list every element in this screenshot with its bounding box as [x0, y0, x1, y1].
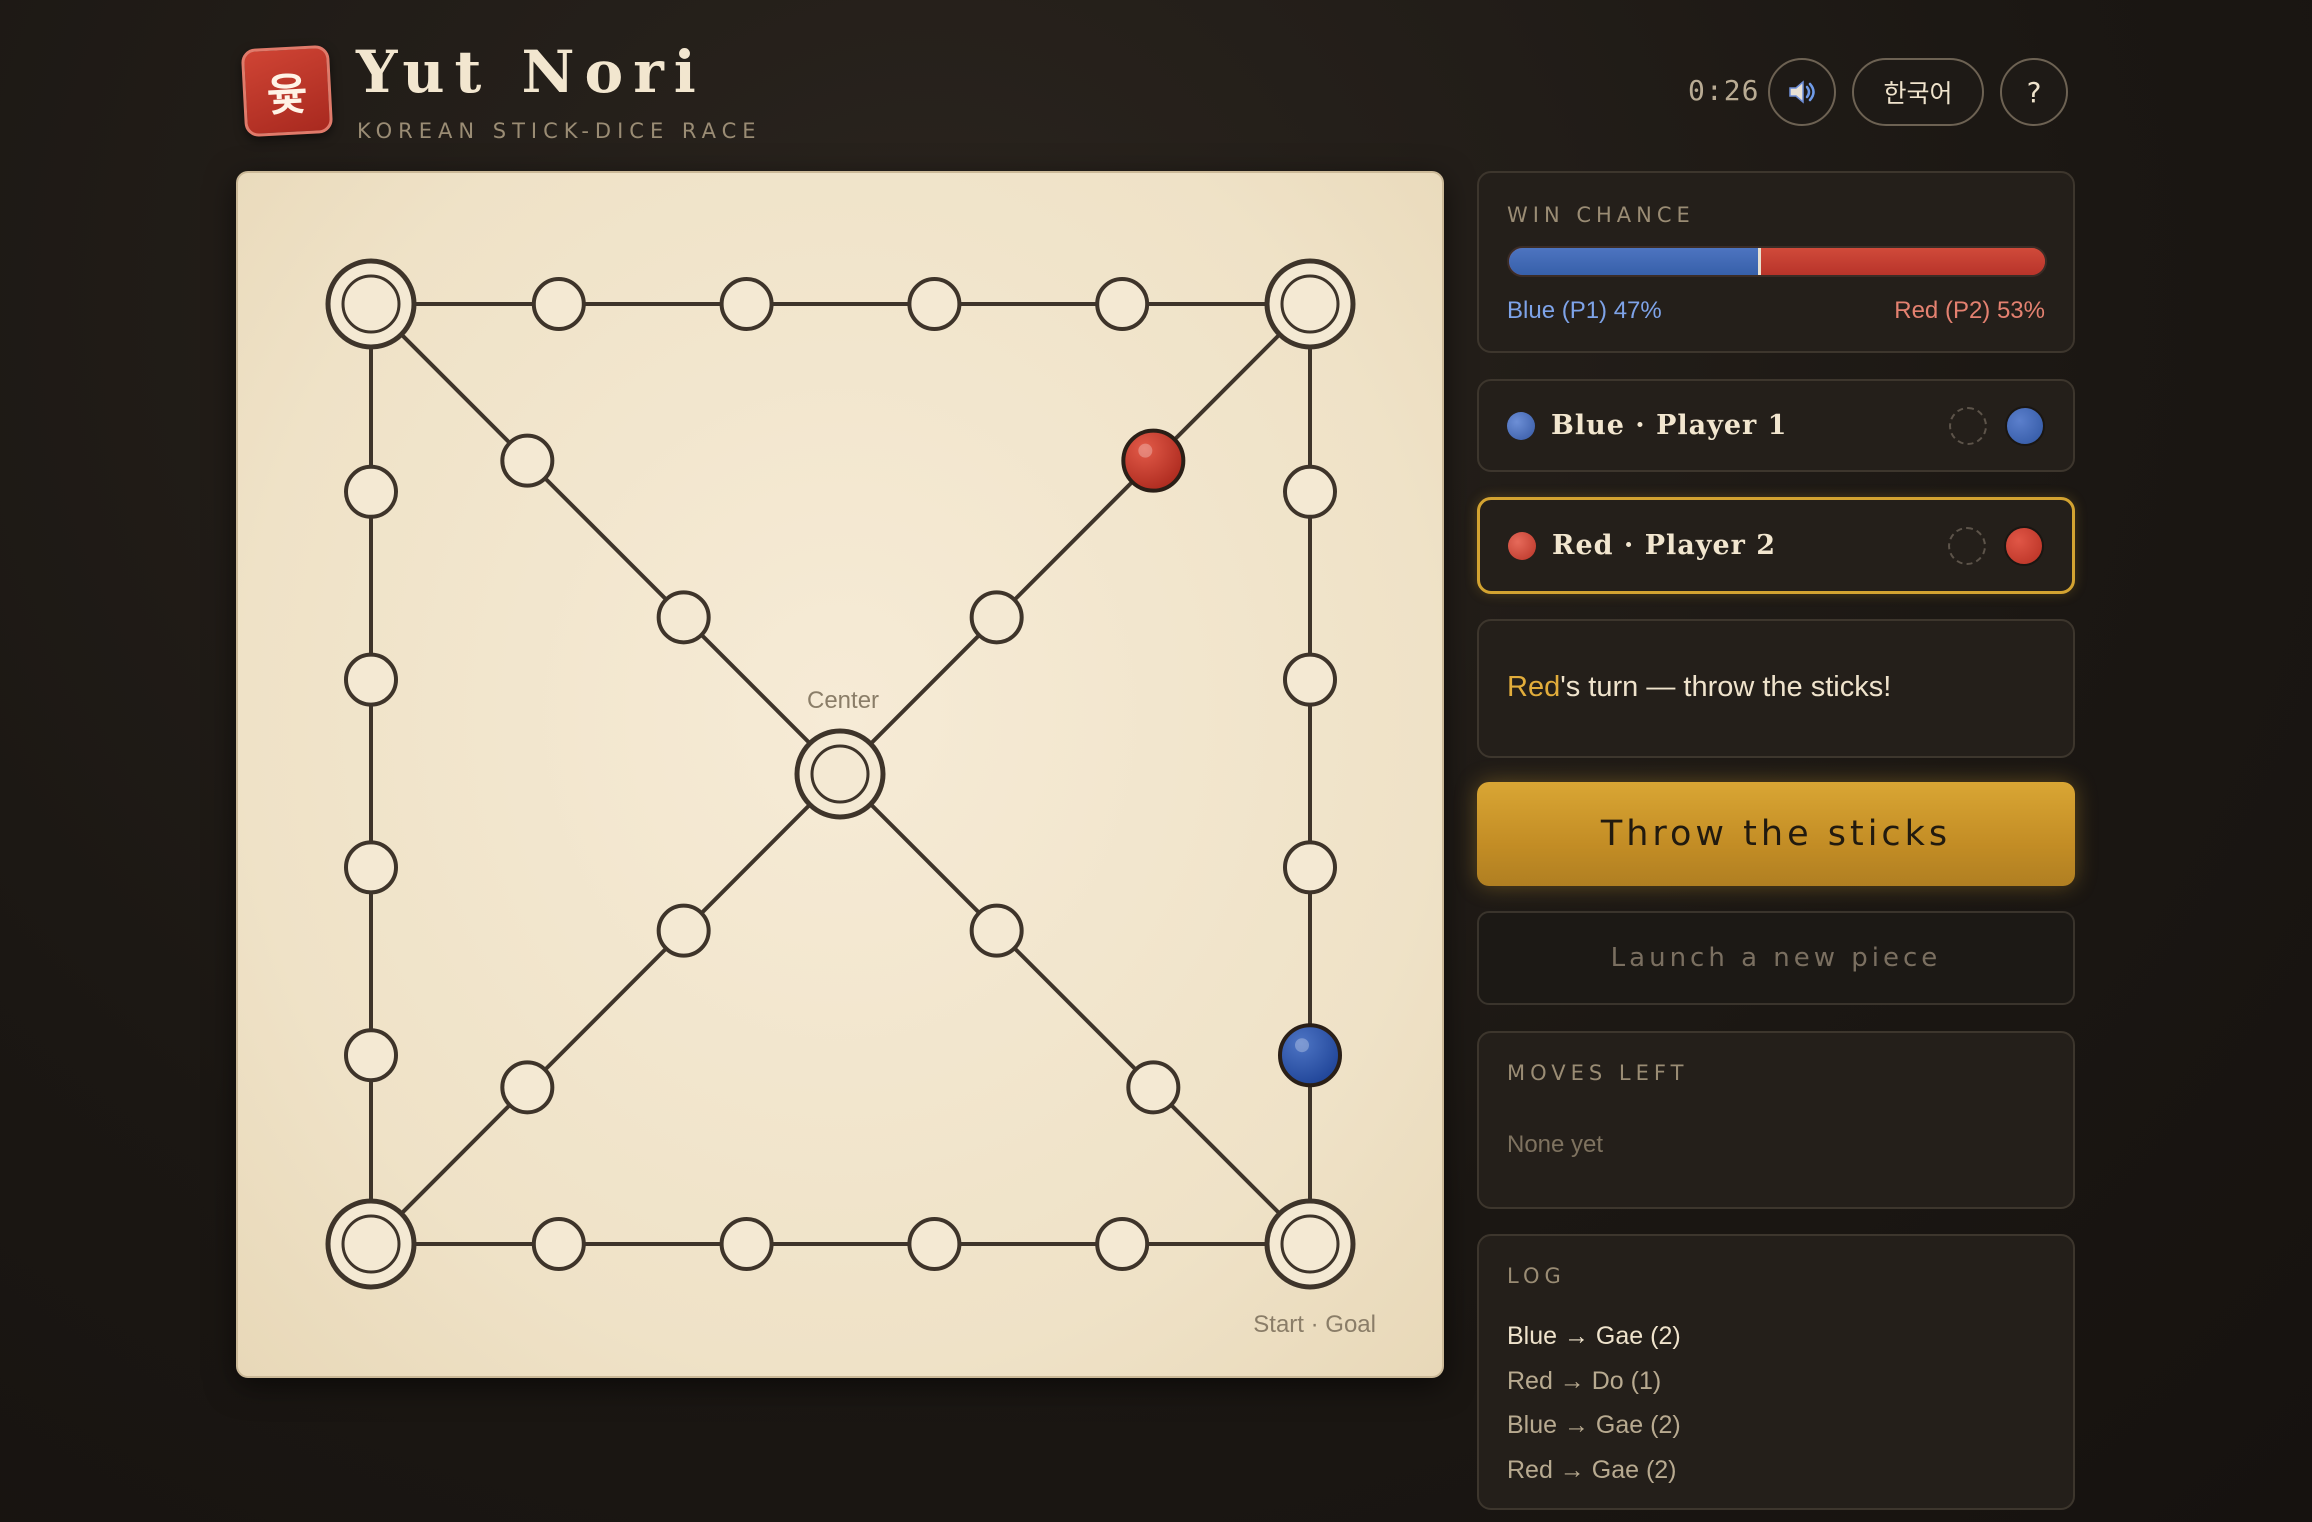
- board-station[interactable]: [656, 903, 711, 958]
- board-station[interactable]: [344, 840, 398, 895]
- log-entry: Blue → Gae (2): [1507, 1322, 1681, 1350]
- board-station[interactable]: [1283, 840, 1337, 895]
- red-piece[interactable]: [1121, 428, 1186, 493]
- win-chance-label: WIN CHANCE: [1507, 203, 1695, 227]
- player-color-dot: [1508, 531, 1536, 560]
- help-button[interactable]: ?: [2000, 58, 2068, 126]
- launch-piece-button[interactable]: Launch a new piece: [1477, 911, 2075, 1005]
- board-station[interactable]: [1283, 652, 1337, 707]
- piece-slot-empty: [1948, 526, 1986, 565]
- app-subtitle: KOREAN STICK-DICE RACE: [357, 119, 762, 143]
- turn-status-text: Red's turn — throw the sticks!: [1507, 671, 1891, 704]
- board-station[interactable]: [500, 1060, 555, 1115]
- log-entry: Red → Gae (2): [1507, 1455, 1677, 1484]
- language-button[interactable]: 한국어: [1852, 58, 1984, 126]
- board-station[interactable]: [500, 433, 555, 488]
- board-station[interactable]: [325, 258, 417, 350]
- board-station[interactable]: [1126, 1060, 1181, 1115]
- speaker-icon: [1789, 80, 1815, 104]
- log-entry: Red → Do (1): [1507, 1366, 1662, 1395]
- board-station[interactable]: [325, 1198, 417, 1290]
- status-player-highlight: Red: [1507, 671, 1561, 703]
- board-station[interactable]: [907, 277, 962, 331]
- board-paths: [325, 258, 1356, 1290]
- throw-sticks-button[interactable]: Throw the sticks: [1477, 782, 2075, 886]
- win-chance-card: WIN CHANCE Blue (P1) 47% Red (P2) 53%: [1477, 171, 2075, 353]
- status-message: 's turn — throw the sticks!: [1560, 671, 1892, 703]
- moves-empty-text: None yet: [1507, 1131, 1604, 1158]
- board-station[interactable]: [907, 1217, 962, 1271]
- piece-slot-filled: [2004, 525, 2044, 566]
- board-station[interactable]: [719, 1217, 774, 1271]
- log-card: LOG Blue → Gae (2) Red → Do (1) Blue → G…: [1477, 1234, 2075, 1510]
- board-station[interactable]: [531, 277, 586, 331]
- board-station[interactable]: [656, 590, 711, 645]
- board-station[interactable]: [969, 903, 1024, 958]
- sound-toggle-button[interactable]: [1768, 58, 1836, 126]
- win-bar-blue: [1509, 248, 1761, 275]
- player-card-red: Red · Player 2: [1477, 497, 2075, 594]
- game-board: Center Start · Goal: [236, 171, 1444, 1378]
- moves-left-card: MOVES LEFT None yet: [1477, 1031, 2075, 1209]
- start-goal-label: Start · Goal: [1253, 1311, 1376, 1338]
- moves-left-label: MOVES LEFT: [1507, 1061, 1689, 1085]
- app-logo: 윷: [240, 44, 334, 138]
- blue-piece[interactable]: [1278, 1023, 1342, 1088]
- player-color-dot: [1507, 411, 1535, 440]
- player-name: Red · Player 2: [1552, 530, 1777, 561]
- board-station[interactable]: [344, 464, 398, 519]
- board-station[interactable]: [531, 1217, 586, 1271]
- win-chance-blue: Blue (P1) 47%: [1507, 297, 1662, 324]
- board-station[interactable]: [344, 652, 398, 707]
- player-card-blue: Blue · Player 1: [1477, 379, 2075, 472]
- game-timer: 0:26: [1688, 74, 1760, 107]
- board-station[interactable]: [1095, 1217, 1150, 1271]
- app-title: Yut Nori: [356, 38, 706, 106]
- board-station[interactable]: [1264, 258, 1356, 350]
- win-chance-red: Red (P2) 53%: [1894, 297, 2045, 324]
- board-station[interactable]: [794, 728, 886, 820]
- player-name: Blue · Player 1: [1551, 410, 1788, 441]
- log-list: Blue → Gae (2) Red → Do (1) Blue → Gae (…: [1507, 1314, 1681, 1492]
- board-station[interactable]: [1264, 1198, 1356, 1290]
- board-station[interactable]: [969, 590, 1024, 645]
- log-label: LOG: [1507, 1264, 1566, 1288]
- log-entry: Blue → Gae (2): [1507, 1411, 1681, 1439]
- piece-slot-filled: [2005, 405, 2045, 446]
- turn-status-card: Red's turn — throw the sticks!: [1477, 619, 2075, 758]
- win-chance-bar: [1507, 246, 2047, 277]
- board-station[interactable]: [1095, 277, 1150, 331]
- board-station[interactable]: [344, 1028, 398, 1083]
- center-label: Center: [807, 687, 880, 714]
- win-bar-red: [1760, 248, 2045, 275]
- board-station[interactable]: [719, 277, 774, 331]
- piece-slot-empty: [1949, 406, 1987, 445]
- board-station[interactable]: [1283, 464, 1337, 519]
